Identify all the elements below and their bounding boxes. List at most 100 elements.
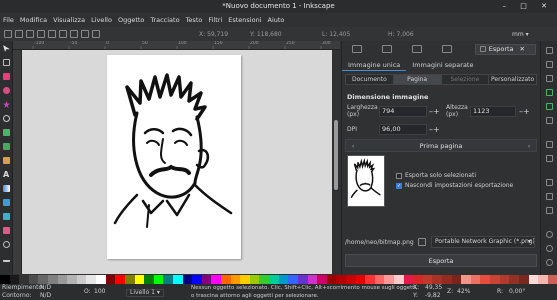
palette-swatch[interactable] bbox=[278, 275, 289, 284]
area-custom-button[interactable]: Personalizzato bbox=[489, 75, 536, 84]
symbols-tab-icon[interactable] bbox=[442, 45, 452, 53]
checkbox-box-checked[interactable]: ✓ bbox=[396, 182, 402, 189]
palette-swatch[interactable] bbox=[144, 275, 154, 284]
dpi-input[interactable]: 96,00 bbox=[379, 124, 427, 135]
menu-filters[interactable]: Filtri bbox=[208, 16, 222, 24]
palette-swatch[interactable] bbox=[288, 275, 298, 284]
palette-swatch[interactable] bbox=[38, 275, 49, 284]
palette-swatch[interactable] bbox=[470, 275, 481, 284]
zoom-selection-icon[interactable] bbox=[546, 231, 553, 238]
palette-swatch[interactable] bbox=[105, 275, 116, 284]
palette-swatch[interactable] bbox=[115, 275, 125, 284]
stroke-value[interactable]: N/D bbox=[40, 292, 51, 300]
rect-icon[interactable] bbox=[3, 73, 10, 80]
canvas-scrollbar[interactable] bbox=[332, 50, 340, 274]
palette-swatch[interactable] bbox=[336, 275, 346, 284]
fill-stroke-tab-icon[interactable] bbox=[352, 45, 362, 53]
palette-swatch[interactable] bbox=[19, 275, 29, 284]
scrollbar-thumb[interactable] bbox=[334, 120, 338, 190]
tab-batch-export[interactable]: Immagini separate bbox=[406, 61, 479, 71]
paste-icon[interactable] bbox=[546, 207, 553, 214]
lower-icon[interactable] bbox=[92, 30, 100, 38]
palette-swatch[interactable] bbox=[365, 275, 375, 284]
palette-swatch[interactable] bbox=[201, 275, 212, 284]
opacity-value[interactable]: 100 bbox=[94, 288, 105, 296]
palette-swatch[interactable] bbox=[413, 275, 423, 284]
undo-icon[interactable] bbox=[546, 141, 553, 148]
x-field[interactable]: 59,719 bbox=[207, 31, 228, 38]
width-stepper[interactable]: –+ bbox=[429, 107, 440, 116]
palette-swatch[interactable] bbox=[67, 275, 77, 284]
zoom-icon[interactable] bbox=[3, 241, 10, 248]
selector-icon[interactable] bbox=[3, 45, 10, 52]
calligraphy-icon[interactable] bbox=[3, 157, 10, 164]
menu-text[interactable]: Testo bbox=[186, 16, 203, 24]
layers-tab-icon[interactable] bbox=[412, 45, 422, 53]
palette-swatch[interactable] bbox=[249, 275, 260, 284]
deselect-icon[interactable] bbox=[26, 30, 34, 38]
eraser-icon[interactable] bbox=[3, 227, 10, 234]
menu-object[interactable]: Oggetto bbox=[118, 16, 144, 24]
palette-swatch[interactable] bbox=[499, 275, 510, 284]
copy-icon[interactable] bbox=[546, 179, 553, 186]
export-file-path[interactable]: /home/neo/bitmap.png bbox=[345, 239, 414, 247]
cut-icon[interactable] bbox=[546, 193, 553, 200]
export-button[interactable]: Esporta bbox=[345, 254, 537, 267]
palette-swatch[interactable] bbox=[403, 275, 414, 284]
y-field[interactable]: 118,680 bbox=[257, 31, 282, 38]
unit-select[interactable]: mm ▾ bbox=[512, 29, 529, 39]
close-button[interactable]: ✕ bbox=[541, 2, 553, 10]
redo-icon[interactable] bbox=[546, 155, 553, 162]
palette-swatch[interactable] bbox=[480, 275, 491, 284]
palette-swatch[interactable] bbox=[384, 275, 394, 284]
palette-swatch[interactable] bbox=[317, 275, 327, 284]
tab-export[interactable]: Esporta ✕ bbox=[474, 43, 536, 55]
palette-swatch[interactable] bbox=[432, 275, 443, 284]
menu-extensions[interactable]: Estensioni bbox=[228, 16, 261, 24]
menu-layer[interactable]: Livello bbox=[91, 16, 112, 24]
palette-swatch[interactable] bbox=[57, 275, 68, 284]
circle-icon[interactable] bbox=[3, 87, 10, 94]
layer-select[interactable]: Livello 1 ▾ bbox=[126, 289, 164, 297]
palette-swatch[interactable] bbox=[326, 275, 337, 284]
minimize-button[interactable]: – bbox=[503, 2, 513, 10]
palette-swatch[interactable] bbox=[0, 275, 10, 284]
select-all-icon[interactable] bbox=[4, 30, 12, 38]
palette-swatch[interactable] bbox=[509, 275, 519, 284]
fill-value[interactable]: N/D bbox=[40, 284, 51, 292]
palette-swatch[interactable] bbox=[76, 275, 87, 284]
area-selection-button[interactable]: Selezione bbox=[442, 75, 490, 84]
palette-swatch[interactable] bbox=[192, 275, 202, 284]
rotate-ccw-icon[interactable] bbox=[37, 30, 45, 38]
flip-h-icon[interactable] bbox=[59, 30, 67, 38]
flip-v-icon[interactable] bbox=[70, 30, 78, 38]
height-stepper[interactable]: –+ bbox=[519, 107, 530, 116]
gradient-icon[interactable] bbox=[3, 185, 10, 192]
object-properties-tab-icon[interactable] bbox=[382, 45, 392, 53]
palette-swatch[interactable] bbox=[297, 275, 308, 284]
palette-swatch[interactable] bbox=[374, 275, 385, 284]
palette-swatch[interactable] bbox=[240, 275, 250, 284]
window-controls[interactable]: – □ ✕ bbox=[503, 0, 553, 13]
palette-swatch[interactable] bbox=[163, 275, 173, 284]
close-tab-icon[interactable]: ✕ bbox=[520, 45, 525, 53]
area-document-button[interactable]: Documento bbox=[346, 75, 394, 84]
palette-swatch[interactable] bbox=[490, 275, 500, 284]
palette-swatch[interactable] bbox=[9, 275, 20, 284]
zoom-page-icon[interactable] bbox=[546, 259, 553, 266]
zoom-value[interactable]: 42% bbox=[457, 288, 470, 296]
prev-page-icon[interactable]: ‹ bbox=[348, 140, 358, 152]
palette-swatch[interactable] bbox=[307, 275, 318, 284]
menu-file[interactable]: File bbox=[3, 16, 14, 24]
menu-view[interactable]: Visualizza bbox=[53, 16, 85, 24]
menu-path[interactable]: Tracciato bbox=[150, 16, 179, 24]
new-document-icon[interactable] bbox=[546, 47, 553, 54]
zoom-drawing-icon[interactable] bbox=[546, 245, 553, 252]
dpi-stepper[interactable]: –+ bbox=[429, 125, 440, 134]
palette-swatch[interactable] bbox=[182, 275, 193, 284]
export-selected-only-checkbox[interactable]: Esporta solo selezionati bbox=[396, 172, 476, 179]
palette-swatch[interactable] bbox=[451, 275, 462, 284]
palette-swatch[interactable] bbox=[153, 275, 164, 284]
palette-swatch[interactable] bbox=[269, 275, 279, 284]
palette-swatch[interactable] bbox=[28, 275, 39, 284]
